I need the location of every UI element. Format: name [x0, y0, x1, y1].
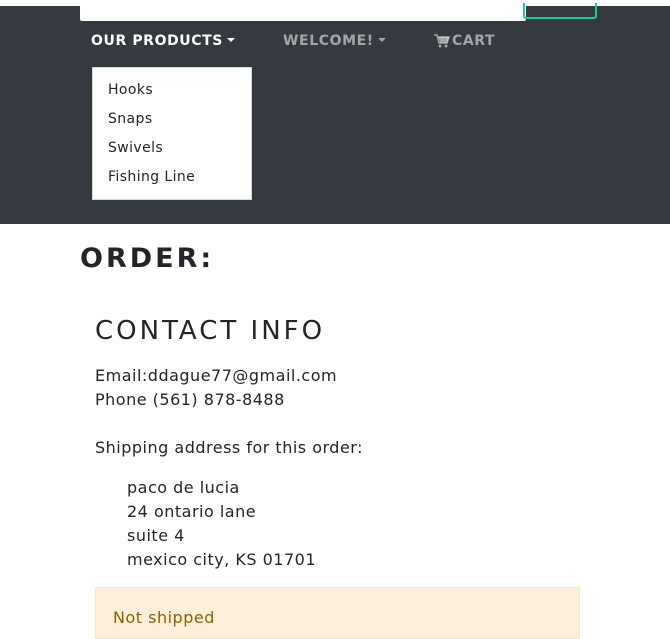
contact-info-heading: CONTACT INFO — [95, 316, 326, 346]
caret-down-icon — [377, 38, 386, 42]
nav-products-dropdown[interactable]: OUR PRODUCTS — [91, 33, 235, 49]
nav-products-label: OUR PRODUCTS — [91, 33, 223, 49]
shipping-status-alert: Not shipped — [95, 587, 580, 639]
navbar: OUR PRODUCTS WELCOME! CART Hooks Snaps S… — [0, 3, 670, 224]
dropdown-item-hooks[interactable]: Hooks — [108, 82, 153, 98]
dropdown-item-fishing-line[interactable]: Fishing Line — [108, 169, 195, 185]
nav-cart-link[interactable]: CART — [434, 33, 495, 49]
products-dropdown-menu: Hooks Snaps Swivels Fishing Line — [92, 67, 252, 200]
nav-welcome-label: WELCOME! — [283, 33, 374, 49]
search-input[interactable] — [80, 6, 526, 21]
dropdown-item-snaps[interactable]: Snaps — [108, 111, 153, 127]
address-line-street: 24 ontario lane — [127, 502, 257, 521]
nav-cart-label: CART — [452, 33, 496, 49]
shipping-heading: Shipping address for this order: — [95, 438, 363, 457]
shopping-cart-icon — [434, 34, 450, 48]
address-line-suite: suite 4 — [127, 526, 185, 545]
shipping-status-text: Not shipped — [113, 608, 215, 627]
nav-welcome-dropdown[interactable]: WELCOME! — [283, 33, 386, 49]
dropdown-item-swivels[interactable]: Swivels — [108, 140, 163, 156]
page-title: ORDER: — [80, 243, 215, 274]
address-line-city: mexico city, KS 01701 — [127, 550, 317, 569]
address-line-name: paco de lucia — [127, 478, 240, 497]
caret-down-icon — [226, 38, 235, 42]
contact-email: Email:ddague77@gmail.com — [95, 366, 338, 385]
contact-phone: Phone (561) 878-8488 — [95, 390, 285, 409]
search-button[interactable] — [523, 3, 597, 19]
